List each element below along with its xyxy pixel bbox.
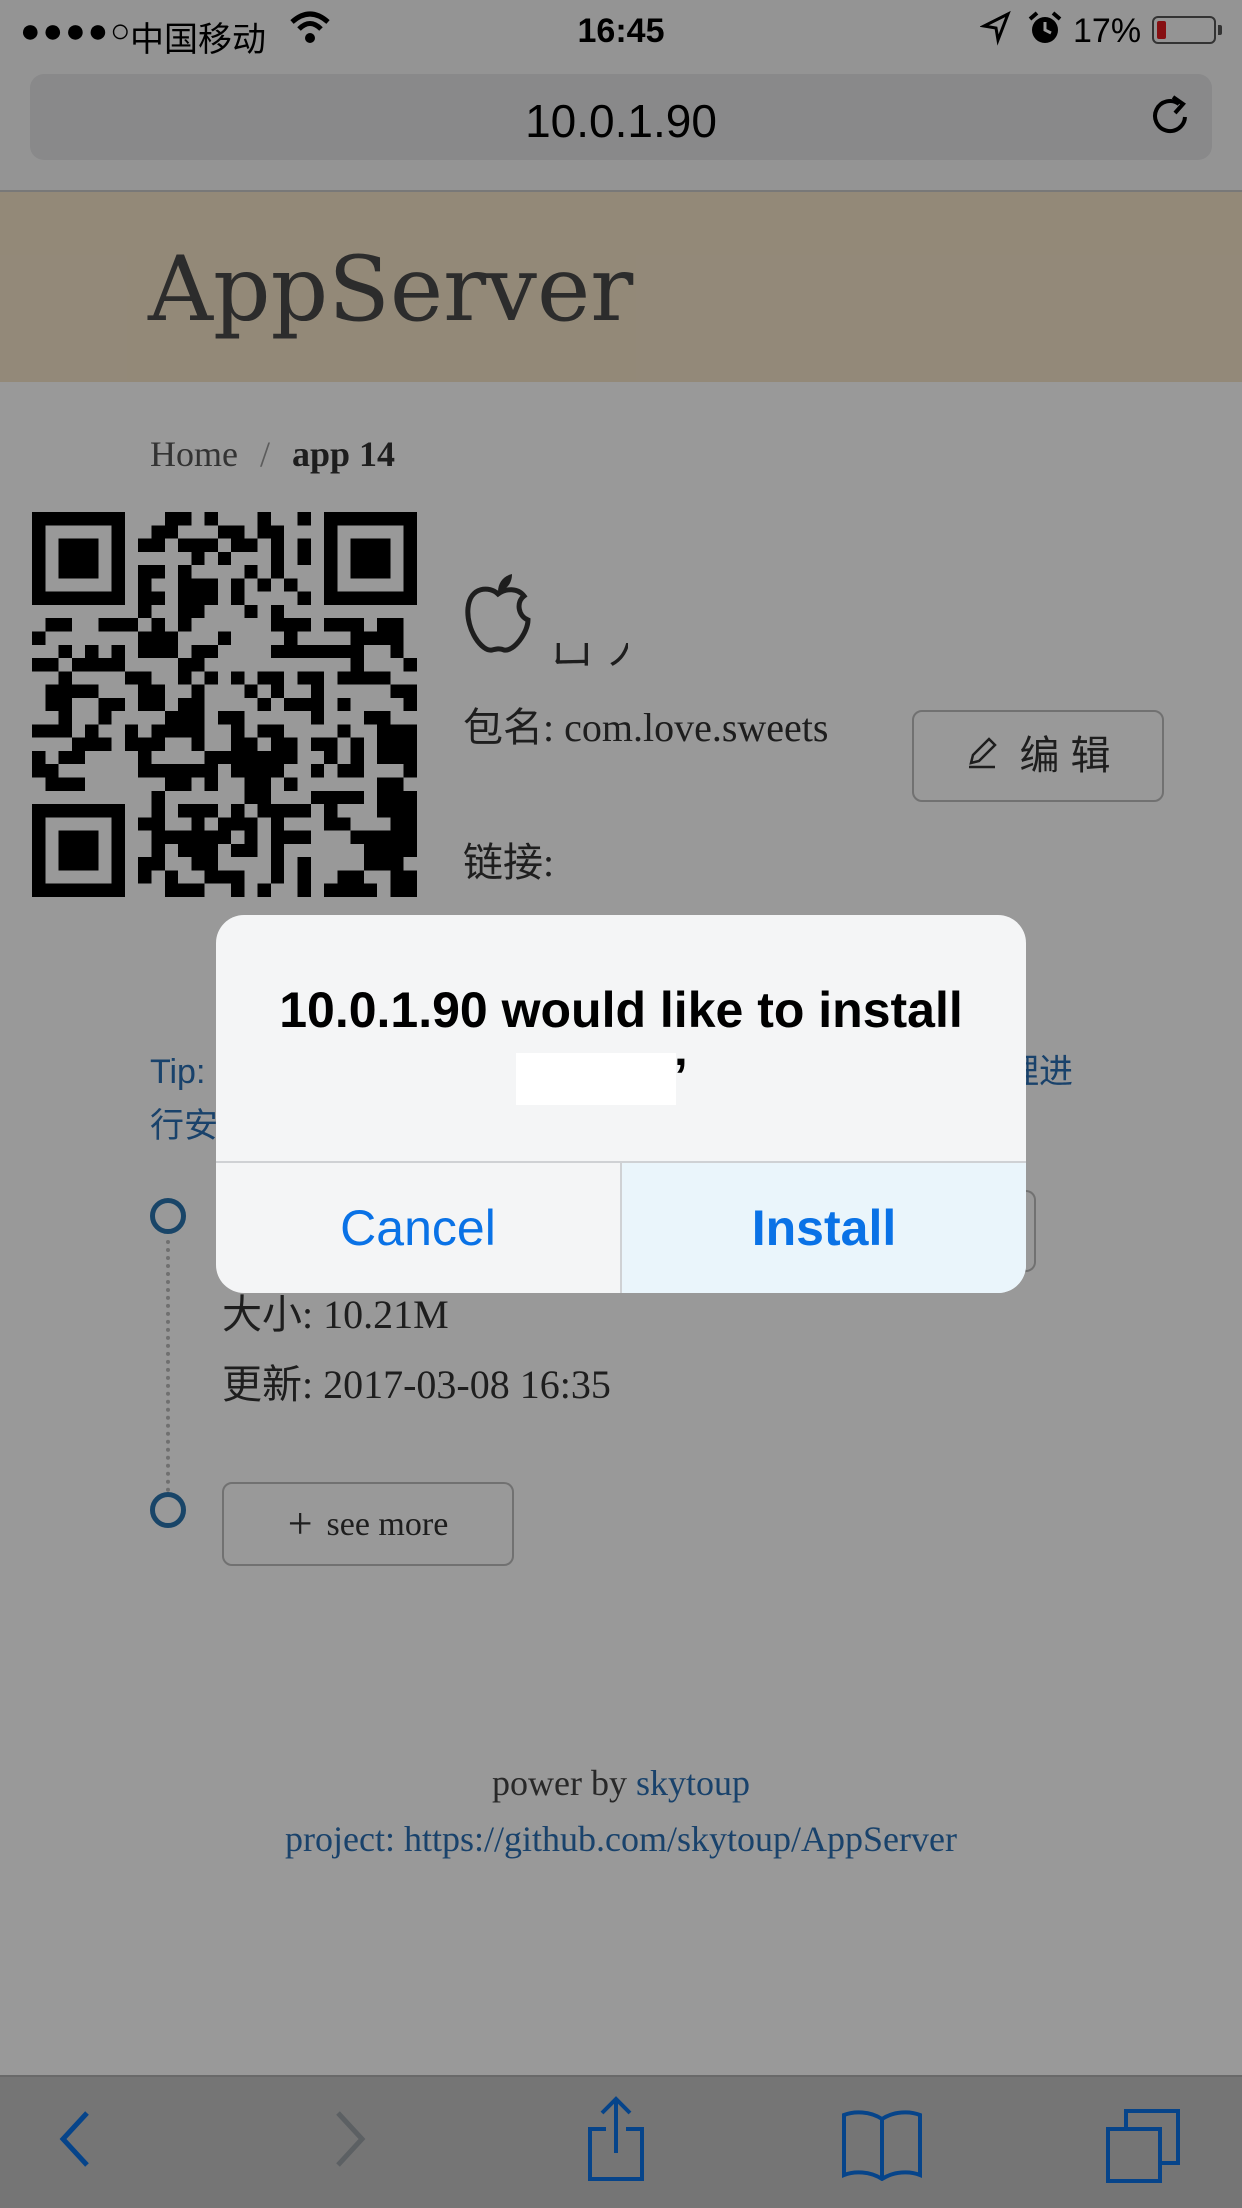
install-confirm-button[interactable]: Install [622,1163,1026,1293]
alert-title: 10.0.1.90 would like to install [279,982,963,1038]
install-alert-dialog: 10.0.1.90 would like to install “ ɪ万” Ca… [216,915,1026,1293]
redaction-block [516,1053,676,1105]
cancel-button[interactable]: Cancel [216,1163,620,1293]
